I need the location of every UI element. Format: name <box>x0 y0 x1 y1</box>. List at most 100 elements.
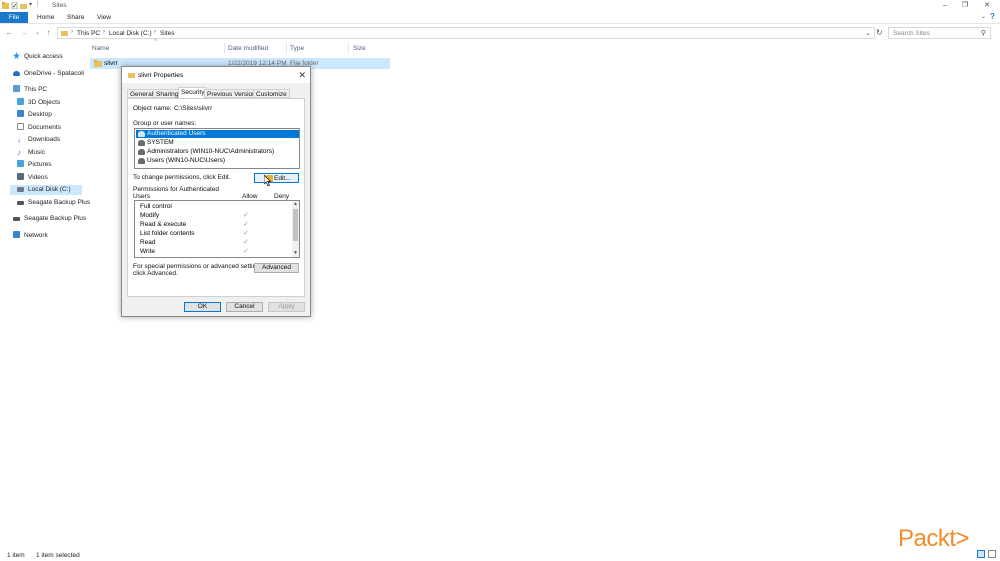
tab-share[interactable]: Share <box>61 12 90 23</box>
breadcrumb-sites[interactable]: Sites <box>160 30 174 37</box>
apply-button[interactable]: Apply <box>268 302 305 312</box>
column-divider[interactable] <box>348 43 349 53</box>
selected-count: 1 item selected <box>36 552 80 559</box>
scroll-down-icon[interactable]: ▼ <box>293 250 298 256</box>
nav-quick-access[interactable]: Quick access <box>13 52 63 62</box>
search-input[interactable]: Search Sites ⚲ <box>888 27 991 39</box>
special-permissions-text-2: click Advanced. <box>133 270 178 277</box>
properties-dialog: slivrr Properties ✕ General Sharing Secu… <box>121 66 311 317</box>
back-icon[interactable]: ← <box>5 28 14 38</box>
cancel-button[interactable]: Cancel <box>226 302 263 312</box>
nav-local-disk[interactable]: Local Disk (C:) <box>10 185 82 195</box>
packt-logo: Packt> <box>898 525 970 552</box>
nav-seagate-backup-2[interactable]: Seagate Backup Plus <box>13 214 86 224</box>
computer-icon <box>13 85 20 92</box>
address-row: ← → ⌄ ↑ › This PC › Local Disk (C:) › Si… <box>0 26 1000 40</box>
help-icon[interactable]: ? <box>990 12 995 21</box>
user-name: Administrators (WIN10-NUC\Administrators… <box>147 148 275 155</box>
nav-videos[interactable]: Videos <box>17 173 48 183</box>
dialog-title-bar: slivrr Properties ✕ <box>122 67 310 83</box>
close-icon[interactable]: ✕ <box>298 70 306 81</box>
expand-ribbon-icon[interactable]: ⌄ <box>981 13 986 20</box>
minimize-icon[interactable]: – <box>935 0 955 11</box>
permission-name: Read <box>140 239 156 246</box>
file-explorer-window: ▾ | Sites – ❐ ✕ File Home Share View ⌄ ?… <box>0 0 1000 561</box>
dialog-title: slivrr Properties <box>138 72 184 79</box>
address-bar[interactable]: › This PC › Local Disk (C:) › Sites ⌄ <box>57 27 875 39</box>
tab-view[interactable]: View <box>91 12 117 23</box>
cloud-icon <box>13 71 20 76</box>
close-icon[interactable]: ✕ <box>977 0 997 11</box>
nav-downloads[interactable]: ↓ Downloads <box>17 135 60 145</box>
forward-icon[interactable]: → <box>20 28 29 38</box>
nav-label: Music <box>28 149 45 156</box>
address-dropdown-icon[interactable]: ⌄ <box>865 29 871 37</box>
breadcrumb-separator-icon[interactable]: › <box>71 29 73 35</box>
properties-icon[interactable] <box>11 2 18 9</box>
scrollbar-thumb[interactable] <box>293 209 298 241</box>
up-icon[interactable]: ↑ <box>44 28 53 38</box>
nav-pictures[interactable]: Pictures <box>17 160 51 170</box>
allow-column-header: Allow <box>242 193 258 200</box>
allow-check-icon: ✓ <box>243 212 249 219</box>
nav-label: Desktop <box>28 111 52 118</box>
column-type[interactable]: Type <box>290 45 304 52</box>
tab-file[interactable]: File <box>0 12 28 23</box>
nav-seagate-backup-1[interactable]: Seagate Backup Plus <box>17 198 90 208</box>
breadcrumb-this-pc[interactable]: This PC <box>77 30 100 37</box>
security-tab-panel: Object name: C:\Sites\slivrr Group or us… <box>127 98 305 297</box>
allow-check-icon: ✓ <box>243 239 249 246</box>
refresh-icon[interactable]: ↻ <box>876 28 883 37</box>
tab-customize[interactable]: Customize <box>253 89 290 98</box>
restore-icon[interactable]: ❐ <box>955 0 975 11</box>
user-list-item[interactable]: Administrators (WIN10-NUC\Administrators… <box>136 148 299 156</box>
tab-home[interactable]: Home <box>31 12 60 23</box>
user-list-item[interactable]: Users (WIN10-NUC\Users) <box>136 157 299 165</box>
nav-music[interactable]: ♪ Music <box>17 148 45 158</box>
tab-general[interactable]: General <box>127 89 157 98</box>
permission-name: Read & execute <box>140 221 187 228</box>
ribbon-tabs: File Home Share View ⌄ ? <box>0 12 1000 24</box>
permissions-header: Permissions for Authenticated <box>133 186 219 193</box>
nav-network[interactable]: Network <box>13 231 48 241</box>
advanced-button[interactable]: Advanced <box>254 263 299 273</box>
ok-button[interactable]: OK <box>184 302 221 312</box>
mouse-cursor-icon <box>264 175 272 186</box>
permission-name: Write <box>140 248 156 255</box>
user-name: Users (WIN10-NUC\Users) <box>147 157 225 164</box>
column-name[interactable]: Name <box>92 45 109 52</box>
sort-ascending-icon: ^ <box>154 39 157 45</box>
recent-locations-icon[interactable]: ⌄ <box>33 28 42 38</box>
star-icon <box>13 52 20 59</box>
navigation-pane: Quick access OneDrive - Spatacoli This P… <box>0 42 90 547</box>
breadcrumb-local-disk[interactable]: Local Disk (C:) <box>109 30 152 37</box>
nav-this-pc[interactable]: This PC <box>13 85 47 95</box>
drive-icon <box>17 187 24 192</box>
nav-3d-objects[interactable]: 3D Objects <box>17 98 60 108</box>
breadcrumb-separator-icon[interactable]: › <box>103 29 105 35</box>
large-icons-view-icon[interactable] <box>988 550 996 558</box>
customize-quick-access-icon[interactable]: ▾ <box>29 1 32 8</box>
details-view-icon[interactable] <box>977 550 985 558</box>
new-folder-icon[interactable] <box>20 2 27 9</box>
nav-documents[interactable]: Documents <box>17 123 61 133</box>
music-icon: ♪ <box>17 148 21 157</box>
column-size[interactable]: Size <box>353 45 366 52</box>
nav-onedrive[interactable]: OneDrive - Spatacoli <box>13 69 84 79</box>
permission-name: Modify <box>140 212 160 219</box>
allow-check-icon: ✓ <box>243 230 249 237</box>
scroll-up-icon[interactable]: ▲ <box>293 201 298 207</box>
user-list[interactable]: Authenticated Users SYSTEM Administrator… <box>134 128 300 169</box>
nav-label: Documents <box>28 124 61 131</box>
user-list-item[interactable]: SYSTEM <box>136 139 299 147</box>
nav-label: Seagate Backup Plus <box>24 215 87 222</box>
column-date-modified[interactable]: Date modified <box>228 45 268 52</box>
nav-desktop[interactable]: Desktop <box>17 110 52 120</box>
search-icon: ⚲ <box>980 30 986 37</box>
breadcrumb-separator-icon[interactable]: › <box>154 29 156 35</box>
permissions-scrollbar[interactable]: ▲ ▼ <box>292 201 299 257</box>
column-divider[interactable] <box>286 43 287 53</box>
edit-button[interactable]: Edit... <box>254 173 299 183</box>
user-list-item[interactable]: Authenticated Users <box>136 130 299 138</box>
column-divider[interactable] <box>224 43 225 53</box>
